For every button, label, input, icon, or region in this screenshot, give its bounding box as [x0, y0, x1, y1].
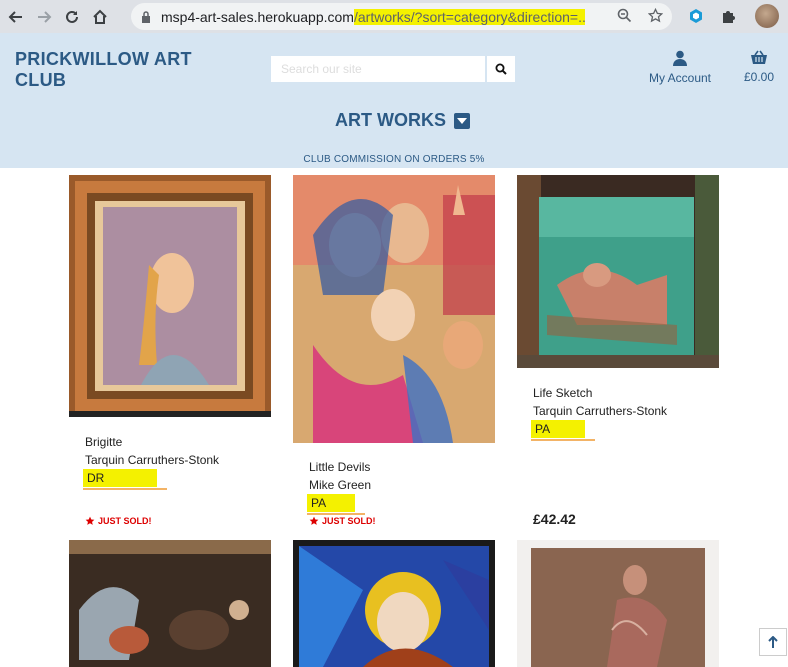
product-image-life-sketch[interactable] [517, 175, 719, 368]
my-account-link[interactable]: My Account [644, 50, 716, 85]
product-image-row2-2[interactable] [293, 540, 495, 667]
star-icon [85, 516, 95, 525]
sold-badge: JUST SOLD! [309, 516, 376, 526]
back-icon[interactable] [2, 3, 30, 31]
product-price: £42.42 [533, 511, 576, 527]
browser-toolbar: msp4-art-sales.herokuapp.com/artworks/?s… [0, 0, 788, 33]
bookmark-star-icon[interactable] [647, 7, 664, 27]
caret-down-icon [454, 112, 470, 129]
product-title[interactable]: Brigitte [85, 433, 219, 451]
sold-badge: JUST SOLD! [85, 516, 152, 526]
star-icon [309, 516, 319, 525]
shopping-basket-icon [751, 50, 767, 64]
profile-avatar[interactable] [755, 4, 779, 28]
reload-icon[interactable] [58, 3, 86, 31]
commission-banner: CLUB COMMISSION ON ORDERS 5% [303, 154, 485, 165]
product-image-little-devils[interactable] [293, 175, 495, 443]
home-icon[interactable] [86, 3, 114, 31]
lock-icon [131, 10, 161, 23]
product-artist: Mike Green [309, 478, 372, 492]
address-bar[interactable]: msp4-art-sales.herokuapp.com/artworks/?s… [131, 3, 672, 30]
sold-label: JUST SOLD! [322, 516, 376, 526]
back-to-top-button[interactable] [759, 628, 787, 656]
search-icon [495, 63, 507, 75]
extension-hex-icon[interactable] [686, 6, 706, 26]
product-artist: Tarquin Carruthers-Stonk [533, 404, 668, 418]
basket-link[interactable]: £0.00 [738, 50, 780, 84]
url-path: /artworks/?sort=category&direction=... [353, 8, 585, 25]
product-image-row2-3[interactable] [517, 540, 719, 667]
my-account-label: My Account [648, 71, 712, 85]
product-grid: Brigitte Tarquin Carruthers-Stonk DR JUS… [0, 168, 788, 667]
product-info-3: Life Sketch Tarquin Carruthers-Stonk PA [531, 384, 668, 441]
product-artist: Tarquin Carruthers-Stonk [85, 453, 220, 467]
product-image-brigitte[interactable] [69, 175, 271, 417]
url-host: msp4-art-sales.herokuapp.com [161, 8, 354, 25]
site-header: PRICKWILLOW ART CLUB My Account £0.00 AR… [0, 33, 788, 168]
forward-icon[interactable] [30, 3, 58, 31]
search-button[interactable] [487, 56, 515, 82]
product-image-row2-1[interactable] [69, 540, 271, 667]
product-category[interactable]: DR [83, 469, 167, 490]
site-brand[interactable]: PRICKWILLOW ART CLUB [15, 49, 215, 91]
basket-total: £0.00 [743, 70, 775, 84]
product-info-2: Little Devils Mike Green PA [307, 458, 372, 515]
search-input[interactable] [271, 56, 485, 82]
zoom-icon[interactable] [617, 8, 632, 27]
product-title[interactable]: Life Sketch [533, 384, 667, 402]
art-works-dropdown[interactable]: ART WORKS [335, 110, 470, 131]
extensions-puzzle-icon[interactable] [718, 6, 738, 26]
user-icon [673, 50, 687, 66]
art-works-title: ART WORKS [335, 110, 446, 130]
product-category[interactable]: PA [531, 420, 595, 441]
product-title[interactable]: Little Devils [309, 458, 371, 476]
product-info-1: Brigitte Tarquin Carruthers-Stonk DR [83, 433, 220, 490]
product-category[interactable]: PA [307, 494, 365, 515]
arrow-up-icon [768, 636, 778, 648]
sold-label: JUST SOLD! [98, 516, 152, 526]
